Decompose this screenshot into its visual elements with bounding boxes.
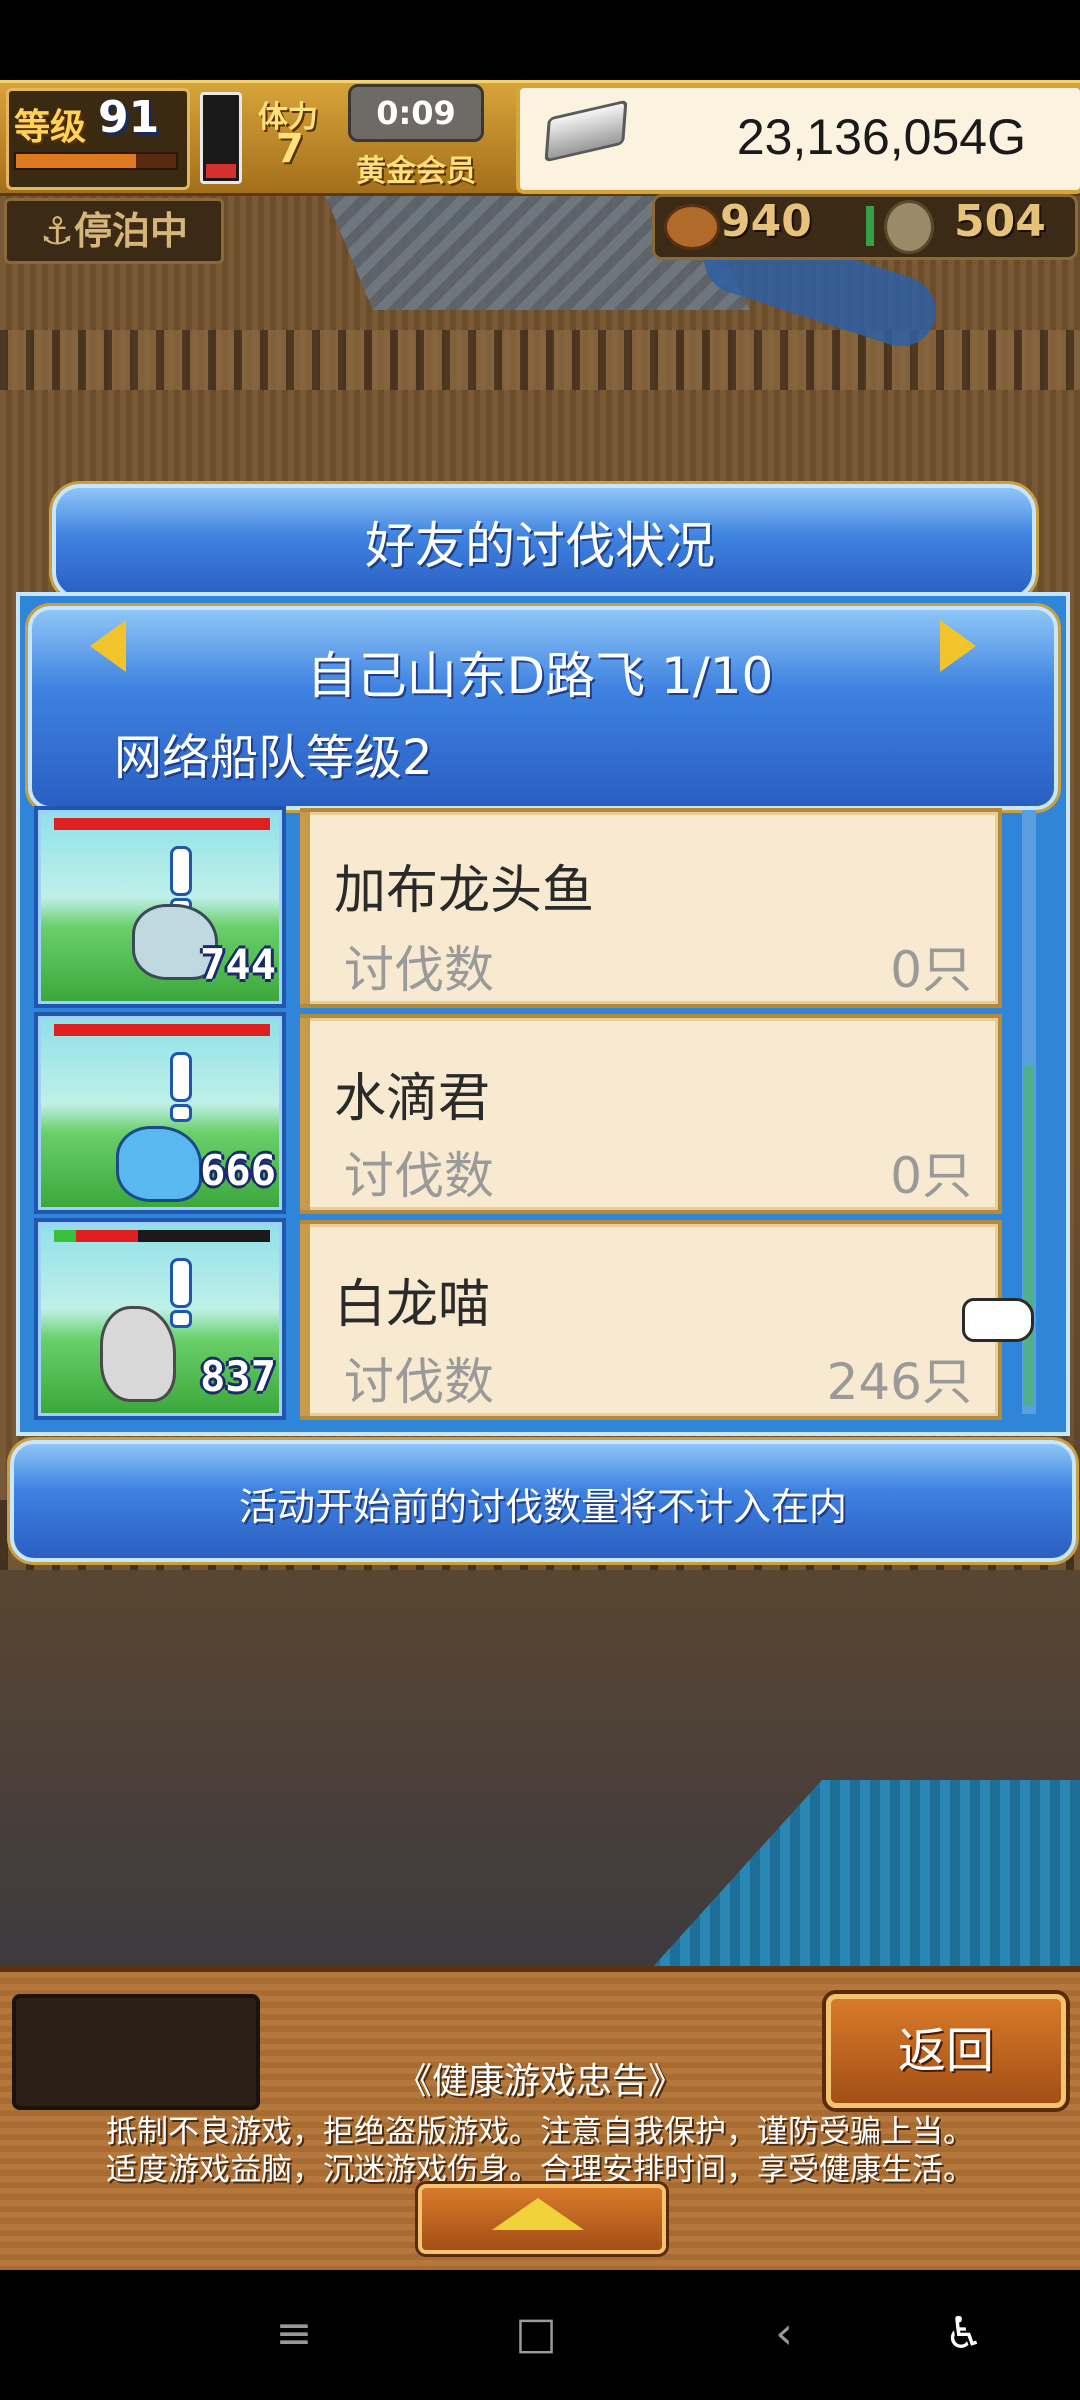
card-edge — [300, 1224, 310, 1416]
card-edge — [300, 812, 310, 1004]
wood-icon — [884, 200, 934, 254]
alert-dot — [170, 1310, 192, 1328]
monster-number: 666 — [200, 1146, 276, 1195]
gold-amount: 23,136,054G — [736, 109, 1026, 165]
docked-status: ⚓停泊中 — [4, 198, 224, 264]
level-label: 等级 — [14, 107, 87, 148]
dialog-title: 好友的讨伐状况 — [365, 517, 715, 575]
card-edge — [300, 1018, 310, 1210]
monster-name: 白龙喵 — [334, 1275, 491, 1335]
stamina-value: 7 — [276, 126, 304, 172]
next-friend-arrow-icon[interactable] — [940, 620, 976, 672]
alert-icon — [170, 1258, 192, 1308]
monster-hp-green — [54, 1230, 76, 1242]
back-icon[interactable]: ‹ — [744, 2294, 824, 2374]
monster-hp-fill — [54, 818, 270, 830]
monster-name: 水滴君 — [334, 1069, 491, 1129]
kill-count-value: 0只 — [890, 1147, 972, 1205]
monster-number: 837 — [200, 1352, 276, 1401]
monster-name: 加布龙头鱼 — [334, 861, 595, 921]
monster-hp-fill — [54, 1024, 270, 1036]
monster-hp-fill — [76, 1230, 138, 1242]
kill-count-value: 246只 — [826, 1353, 972, 1411]
prev-friend-arrow-icon[interactable] — [90, 620, 126, 672]
list-scrollbar-thumb[interactable] — [1024, 1066, 1034, 1406]
pointing-hand-cursor-icon — [962, 1298, 1034, 1342]
fleet-level: 网络船队等级2 — [114, 730, 433, 786]
food-amount: 940 — [720, 196, 812, 247]
friend-name: 自己山东D路飞 1/10 — [306, 647, 774, 705]
accessibility-icon[interactable]: ♿ — [924, 2294, 1004, 2374]
menu-icon[interactable]: ≡ — [254, 2294, 334, 2374]
resource-divider — [866, 206, 874, 246]
health-advisory-title: 《健康游戏忠告》 — [395, 2061, 684, 2102]
alert-icon — [170, 846, 192, 896]
kill-count-label: 讨伐数 — [344, 941, 494, 999]
monster-number: 744 — [200, 940, 276, 989]
stamina-meter-fill — [206, 164, 236, 178]
xp-bar-fill — [16, 154, 136, 168]
home-icon[interactable]: □ — [496, 2294, 576, 2374]
notice-text: 活动开始前的讨伐数量将不计入在内 — [238, 1485, 847, 1529]
kill-count-label: 讨伐数 — [344, 1353, 494, 1411]
membership-badge[interactable]: 黄金会员 — [356, 146, 476, 190]
level-value: 91 — [98, 92, 160, 143]
kill-count-label: 讨伐数 — [344, 1147, 494, 1205]
wood-amount: 504 — [954, 196, 1046, 247]
alert-dot — [170, 1104, 192, 1122]
alert-icon — [170, 1052, 192, 1102]
up-arrow-icon — [492, 2198, 584, 2230]
health-advisory-line-2: 适度游戏益脑，沉迷游戏伤身。合理安排时间，享受健康生活。 — [106, 2152, 974, 2188]
white-dragon-cat-sprite — [100, 1306, 176, 1402]
kill-count-value: 0只 — [890, 941, 972, 999]
meat-icon — [664, 204, 720, 250]
stamina-timer: 0:09 — [348, 84, 484, 142]
